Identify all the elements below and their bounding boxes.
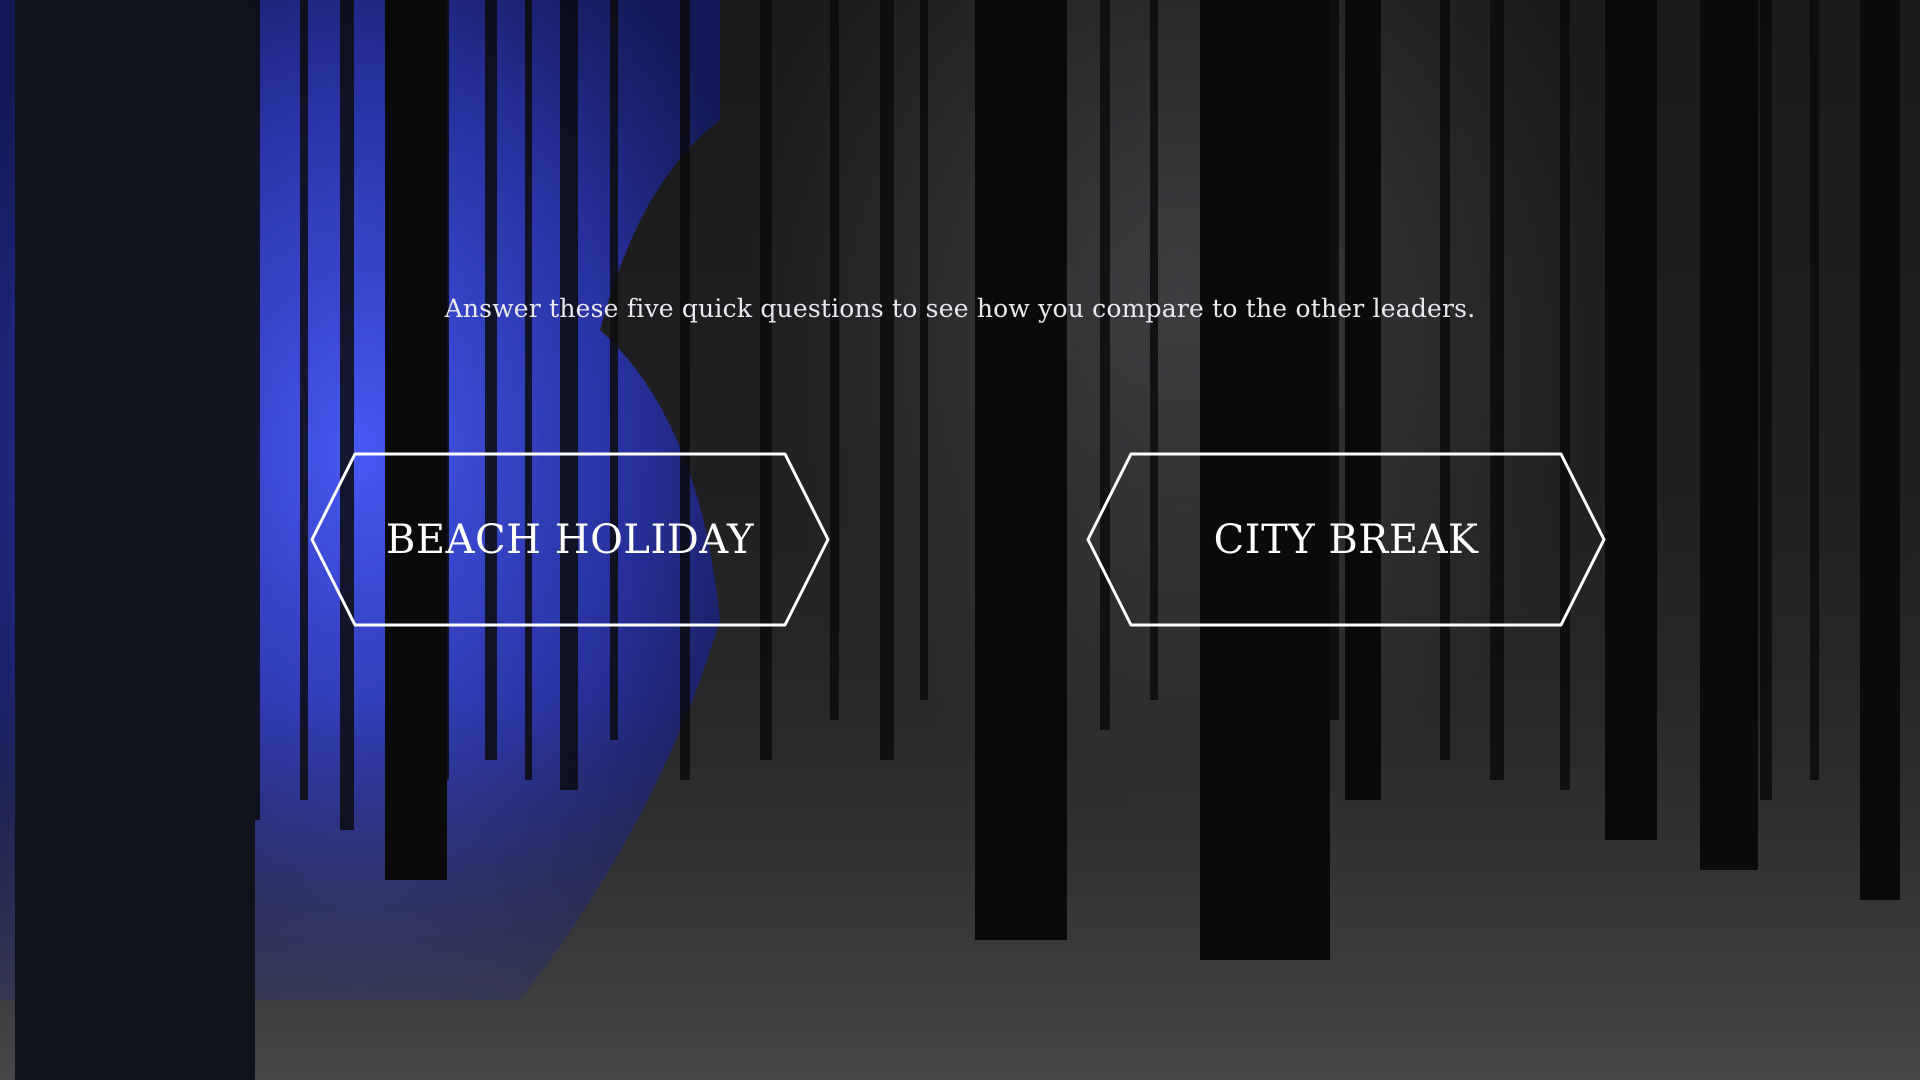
city-break-label: CITY BREAK bbox=[1213, 516, 1479, 563]
forest-background bbox=[0, 0, 1920, 1080]
quiz-intro-text: Answer these five quick questions to see… bbox=[444, 294, 1476, 323]
city-break-option[interactable]: CITY BREAK bbox=[1086, 452, 1606, 627]
beach-holiday-label: BEACH HOLIDAY bbox=[386, 516, 754, 563]
quiz-screen: Answer these five quick questions to see… bbox=[0, 0, 1920, 1080]
beach-holiday-option[interactable]: BEACH HOLIDAY bbox=[310, 452, 830, 627]
